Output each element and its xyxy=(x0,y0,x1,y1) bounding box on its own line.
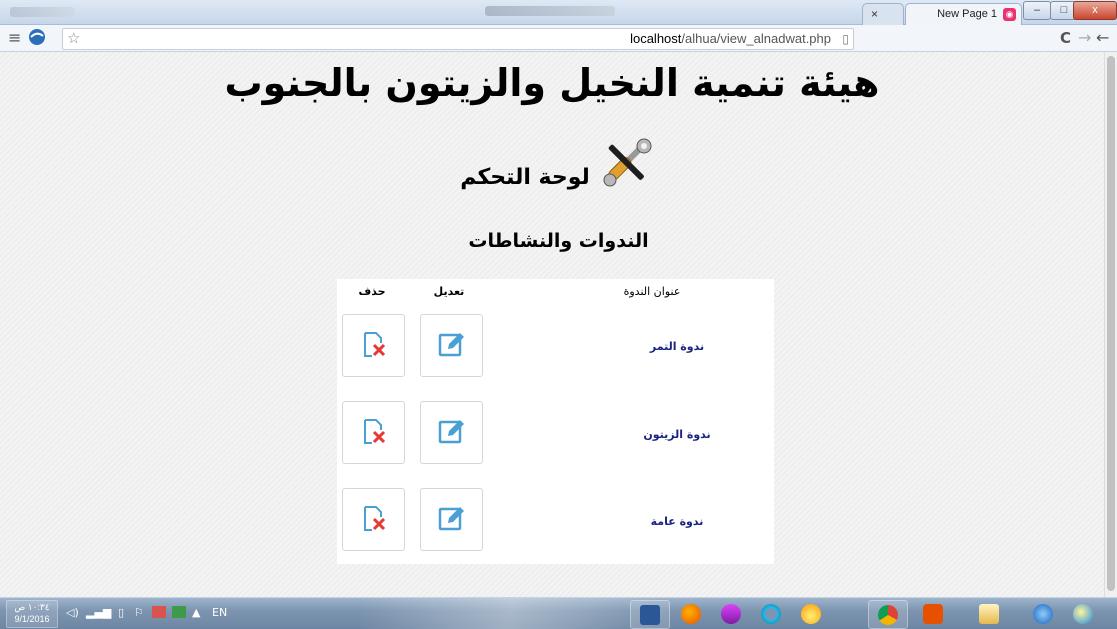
volume-icon[interactable]: ◁) xyxy=(66,606,79,620)
tab-title: New Page 1 xyxy=(937,8,997,20)
network-icon[interactable]: ▂▄▆ xyxy=(86,606,111,620)
edit-button[interactable] xyxy=(420,314,483,377)
table-row-title: ندوة عامة xyxy=(650,515,704,528)
word-icon[interactable] xyxy=(630,600,670,629)
forward-icon[interactable]: → xyxy=(1078,29,1091,47)
ie-icon[interactable] xyxy=(1024,600,1062,627)
flag-icon[interactable]: ⚐ xyxy=(134,606,144,620)
edit-icon xyxy=(438,507,464,531)
edit-icon xyxy=(438,333,464,357)
opera-icon[interactable] xyxy=(1064,600,1102,627)
browser-toolbar: ≡ ☆ localhost/alhua/view_alnadwat.php ▯ … xyxy=(0,25,1117,52)
table-row-title: ندوة التمر xyxy=(649,340,705,353)
browser-titlebar: × New Page 1 ◉ – □ x xyxy=(0,0,1117,25)
language-indicator[interactable]: EN xyxy=(212,606,227,620)
edit-button[interactable] xyxy=(420,401,483,464)
menu-icon[interactable]: ≡ xyxy=(8,29,21,47)
clock-time: ١٠:٣٤ ص xyxy=(14,602,50,612)
ring-icon[interactable] xyxy=(752,600,790,627)
tab-close-icon[interactable]: × xyxy=(871,7,878,21)
chrome-alt-icon[interactable] xyxy=(792,600,830,627)
column-header-edit: تعديل xyxy=(433,285,465,298)
taskbar-highlight xyxy=(360,598,660,629)
power-icon[interactable]: ▯ xyxy=(118,606,124,620)
site-title: هيئة تنمية النخيل والزيتون بالجنوب xyxy=(224,61,880,105)
minimize-button[interactable]: – xyxy=(1023,1,1051,20)
column-header-delete: حذف xyxy=(358,285,386,298)
clock-date: 9/1/2016 xyxy=(14,614,50,624)
scrollbar-thumb[interactable] xyxy=(1107,56,1115,591)
taskbar-clock[interactable]: ١٠:٣٤ ص 9/1/2016 xyxy=(6,600,58,628)
seminars-table: عنوان الندوة تعديل حذف ندوة التمر ندوة ا… xyxy=(337,279,774,564)
globe-icon: ◉ xyxy=(1003,8,1016,21)
panel-title: لوحة التحكم xyxy=(460,165,590,190)
tab-new-page-1[interactable]: New Page 1 ◉ xyxy=(905,3,1022,25)
table-row-title: ندوة الزيتون xyxy=(643,428,711,441)
extension-globe-icon[interactable] xyxy=(28,28,46,50)
taskbar: ١٠:٣٤ ص 9/1/2016 ◁) ▂▄▆ ▯ ⚐ ▲ EN xyxy=(0,597,1117,629)
column-header-title: عنوان الندوة xyxy=(623,285,681,298)
page-content: هيئة تنمية النخيل والزيتون بالجنوب لوحة … xyxy=(0,52,1104,597)
delete-icon xyxy=(364,419,386,444)
media-player-icon[interactable] xyxy=(914,600,952,627)
file-explorer-icon[interactable] xyxy=(970,600,1008,627)
security-icon[interactable] xyxy=(152,606,166,618)
window-title-left xyxy=(10,7,75,17)
delete-button[interactable] xyxy=(342,314,405,377)
app-tray-icon[interactable] xyxy=(172,606,186,618)
page-scrollbar[interactable] xyxy=(1104,52,1117,597)
delete-button[interactable] xyxy=(342,401,405,464)
window-title xyxy=(485,6,615,16)
delete-icon xyxy=(364,506,386,531)
control-panel-header: لوحة التحكم xyxy=(450,135,670,195)
chrome-icon[interactable] xyxy=(868,600,908,629)
edit-icon xyxy=(438,420,464,444)
tab-new[interactable]: × xyxy=(862,3,904,25)
address-bar[interactable]: ☆ localhost/alhua/view_alnadwat.php ▯ xyxy=(62,28,854,50)
firefox-icon[interactable] xyxy=(672,600,710,627)
edit-button[interactable] xyxy=(420,488,483,551)
delete-button[interactable] xyxy=(342,488,405,551)
section-title: الندوات والنشاطات xyxy=(468,230,649,252)
close-window-button[interactable]: x xyxy=(1073,1,1117,20)
delete-icon xyxy=(364,332,386,357)
tools-icon xyxy=(597,135,657,191)
show-hidden-icons[interactable]: ▲ xyxy=(192,606,200,620)
back-icon[interactable]: ← xyxy=(1096,29,1109,47)
url-text[interactable]: localhost/alhua/view_alnadwat.php xyxy=(630,31,831,46)
reload-icon[interactable]: C xyxy=(1060,29,1071,47)
app-s-icon[interactable] xyxy=(712,600,750,627)
star-icon[interactable]: ☆ xyxy=(67,29,80,47)
page-icon: ▯ xyxy=(842,32,849,46)
